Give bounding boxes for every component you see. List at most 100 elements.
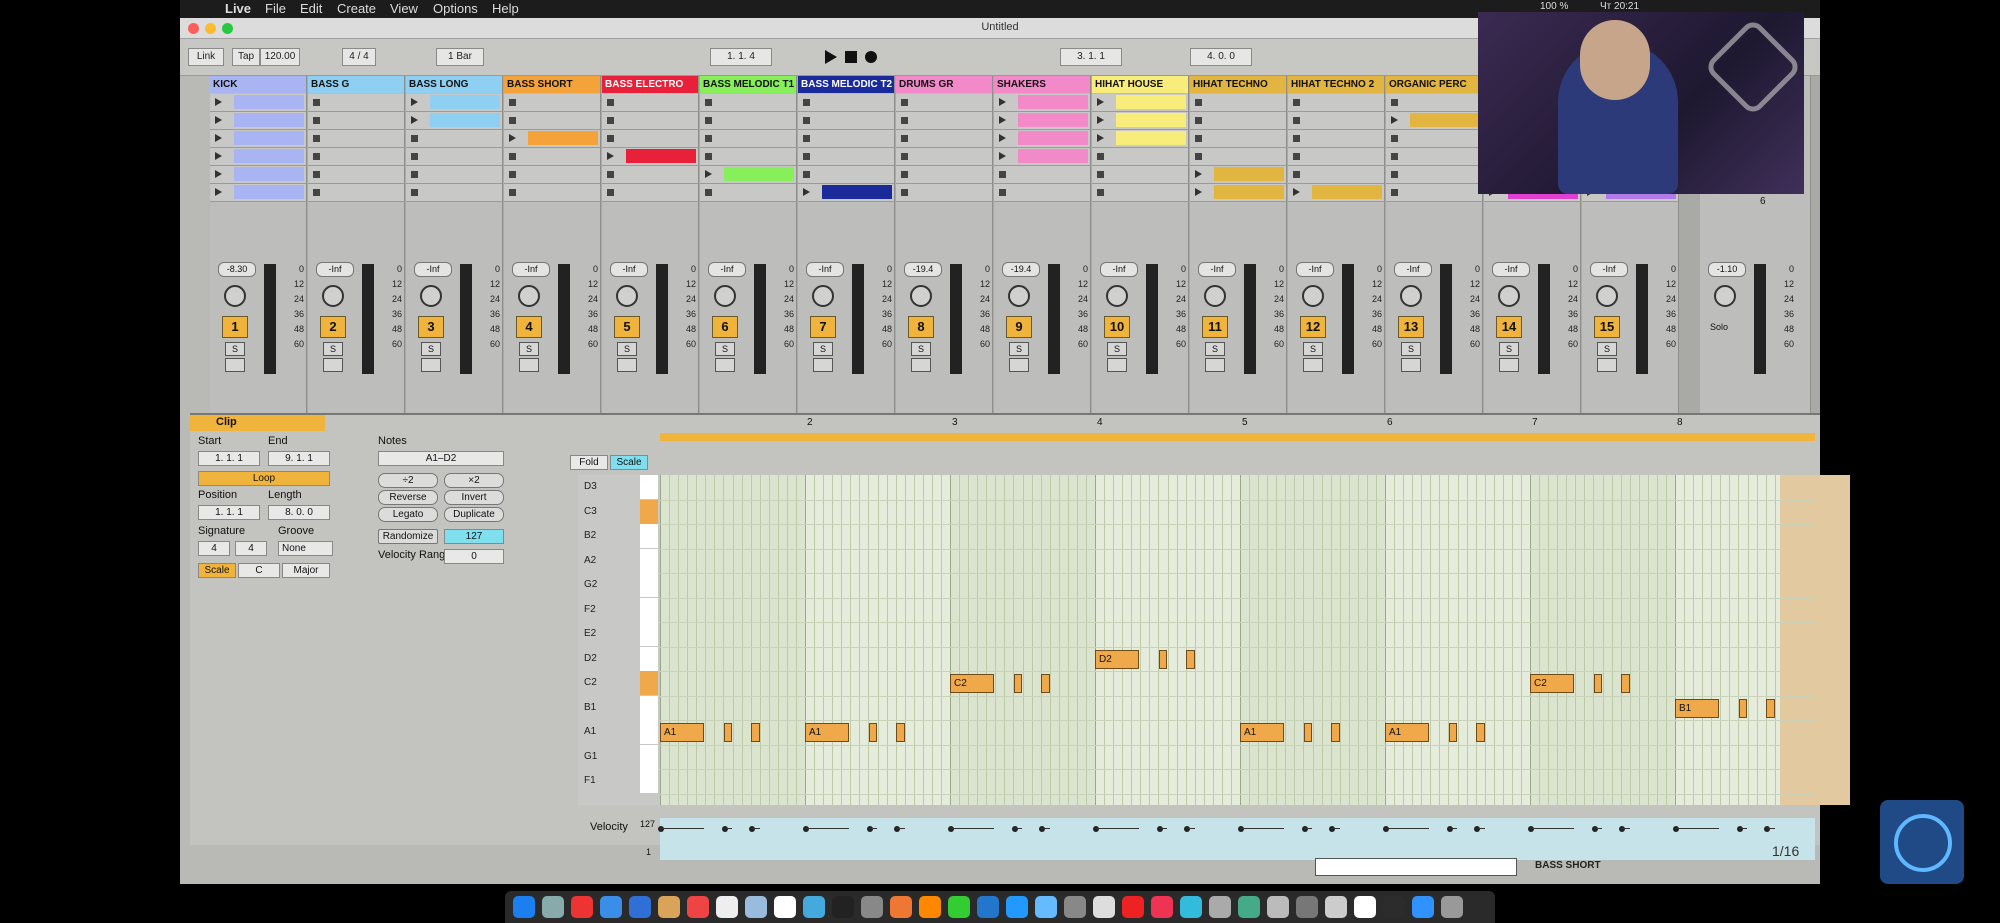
clip-slot[interactable]	[1386, 112, 1482, 130]
clip-slot[interactable]	[504, 112, 600, 130]
play-clip-icon[interactable]	[215, 170, 222, 178]
clip[interactable]	[1018, 95, 1088, 109]
velocity-handle[interactable]	[1383, 826, 1389, 832]
clip[interactable]	[1116, 131, 1186, 145]
clip-slot[interactable]	[700, 184, 796, 202]
pan-knob[interactable]	[1498, 285, 1520, 307]
stop-clip-icon[interactable]	[1391, 135, 1398, 142]
midi-note[interactable]	[1158, 649, 1168, 669]
solo-button[interactable]: S	[1303, 342, 1323, 356]
clip-slot[interactable]	[1288, 94, 1384, 112]
track-activator[interactable]: 4	[516, 316, 542, 338]
loop-button[interactable]: Loop	[198, 471, 330, 486]
stop-clip-icon[interactable]	[999, 189, 1006, 196]
midi-note[interactable]: A1	[1385, 723, 1429, 742]
velocity-handle[interactable]	[1011, 826, 1018, 832]
midi-note[interactable]	[1766, 698, 1776, 718]
pan-knob[interactable]	[322, 285, 344, 307]
solo-button[interactable]: S	[617, 342, 637, 356]
arm-button[interactable]	[1597, 358, 1617, 372]
loop-brace[interactable]	[660, 433, 1815, 441]
stop-clip-icon[interactable]	[999, 171, 1006, 178]
play-clip-icon[interactable]	[509, 134, 516, 142]
solo-button[interactable]: S	[1107, 342, 1127, 356]
clip-slot[interactable]	[1092, 184, 1188, 202]
velocity-handle[interactable]	[1301, 826, 1308, 832]
midi-note[interactable]	[723, 723, 733, 742]
stop-clip-icon[interactable]	[901, 171, 908, 178]
arrangement-position[interactable]: 1. 1. 4	[710, 48, 772, 66]
menu-help[interactable]: Help	[492, 1, 519, 16]
sig-numerator[interactable]: 4	[198, 541, 230, 556]
velocity-handle[interactable]	[1446, 826, 1453, 832]
stop-clip-icon[interactable]	[1293, 171, 1300, 178]
stop-clip-icon[interactable]	[509, 171, 516, 178]
clip-slot[interactable]	[896, 184, 992, 202]
clip-slot[interactable]	[210, 184, 306, 202]
clip-slot[interactable]	[406, 94, 502, 112]
clip-slot[interactable]	[602, 130, 698, 148]
piano-keys[interactable]: D3 C3 B2 A2 G2 F2 E2 D2 C2 B1 A1 G1 F1	[578, 475, 660, 805]
track-activator[interactable]: 11	[1202, 316, 1228, 338]
play-clip-icon[interactable]	[411, 98, 418, 106]
velocity-handle[interactable]	[803, 826, 809, 832]
arm-button[interactable]	[911, 358, 931, 372]
invert-button[interactable]: Invert	[444, 490, 504, 505]
legato-button[interactable]: Legato	[378, 507, 438, 522]
volume-display[interactable]: -8.30	[218, 262, 256, 277]
clip[interactable]	[626, 149, 696, 163]
piano-key[interactable]: F1	[578, 769, 660, 793]
arm-button[interactable]	[1499, 358, 1519, 372]
velocity-handle[interactable]	[1329, 826, 1336, 832]
volume-display[interactable]: -Inf	[316, 262, 354, 277]
stop-clip-icon[interactable]	[705, 135, 712, 142]
clip[interactable]	[430, 113, 500, 127]
velocity-range-field[interactable]: 0	[444, 549, 504, 564]
menu-app[interactable]: Live	[225, 1, 251, 16]
track-header[interactable]: BASS MELODIC T1	[700, 76, 796, 93]
clip-slot[interactable]	[994, 130, 1090, 148]
clip-slot[interactable]	[602, 94, 698, 112]
clip-slot[interactable]	[896, 166, 992, 184]
clip-slot[interactable]	[504, 130, 600, 148]
tap-button[interactable]: Tap	[232, 48, 260, 66]
clip-slot[interactable]	[1092, 94, 1188, 112]
record-button[interactable]	[865, 51, 877, 63]
solo-button[interactable]: S	[1401, 342, 1421, 356]
clip-slot[interactable]	[798, 130, 894, 148]
clip-slot[interactable]	[1288, 184, 1384, 202]
position-field[interactable]: 1. 1. 1	[198, 505, 260, 520]
arm-button[interactable]	[813, 358, 833, 372]
pan-knob[interactable]	[518, 285, 540, 307]
midi-note[interactable]	[868, 723, 878, 742]
arm-button[interactable]	[323, 358, 343, 372]
play-clip-icon[interactable]	[1391, 116, 1398, 124]
piano-key[interactable]: E2	[578, 622, 660, 646]
dock-app-icon[interactable]	[977, 896, 999, 918]
piano-key[interactable]: F2	[578, 597, 660, 622]
play-clip-icon[interactable]	[215, 134, 222, 142]
play-clip-icon[interactable]	[607, 152, 614, 160]
stop-clip-icon[interactable]	[901, 99, 908, 106]
link-button[interactable]: Link	[188, 48, 224, 66]
randomize-amount[interactable]: 127	[444, 529, 504, 544]
clip-slot[interactable]	[210, 166, 306, 184]
clip-slot[interactable]	[210, 112, 306, 130]
pan-knob[interactable]	[1106, 285, 1128, 307]
clip-slot[interactable]	[1190, 112, 1286, 130]
solo-button[interactable]: S	[1597, 342, 1617, 356]
pan-knob[interactable]	[224, 285, 246, 307]
arm-button[interactable]	[1401, 358, 1421, 372]
clip-slot[interactable]	[798, 184, 894, 202]
clip[interactable]	[234, 185, 304, 199]
track-activator[interactable]: 8	[908, 316, 934, 338]
play-clip-icon[interactable]	[705, 170, 712, 178]
velocity-handle[interactable]	[749, 826, 756, 832]
stop-clip-icon[interactable]	[901, 117, 908, 124]
midi-note[interactable]	[751, 723, 761, 742]
clip-slot[interactable]	[700, 94, 796, 112]
clip-slot[interactable]	[700, 148, 796, 166]
track-header[interactable]: BASS SHORT	[504, 76, 600, 93]
dock-app-icon[interactable]	[861, 896, 883, 918]
menu-view[interactable]: View	[390, 1, 418, 16]
